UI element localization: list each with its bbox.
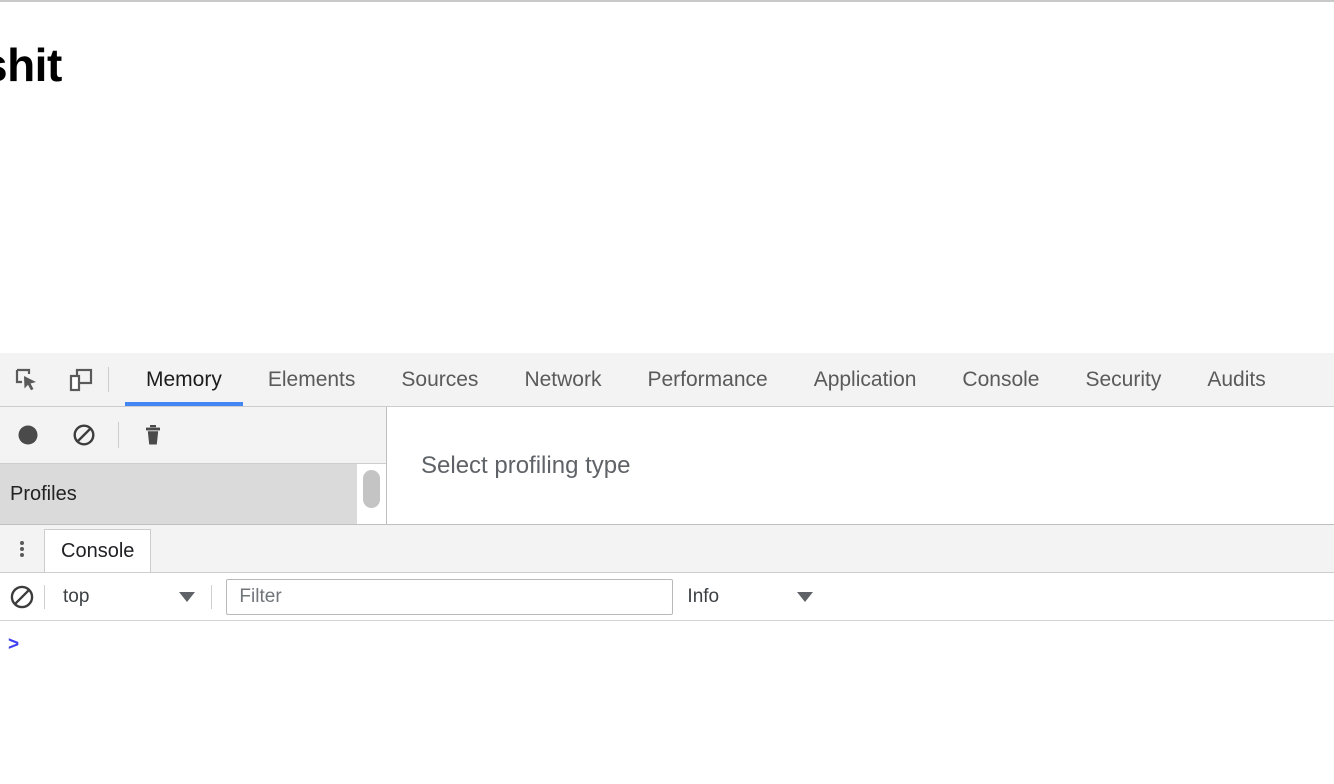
console-level-selector[interactable]: Info — [687, 573, 814, 620]
tab-console-label: Console — [962, 367, 1040, 391]
console-prompt-row[interactable]: > — [0, 621, 1334, 655]
drawer-tab-console-label: Console — [61, 539, 135, 562]
tab-elements[interactable]: Elements — [245, 353, 379, 406]
clear-icon[interactable] — [56, 407, 112, 463]
inspect-element-icon[interactable] — [0, 353, 54, 406]
console-filter-input[interactable] — [226, 578, 674, 615]
clear-console-icon[interactable] — [0, 584, 44, 610]
profiles-section-header[interactable]: Profiles — [0, 464, 358, 524]
tab-performance[interactable]: Performance — [624, 353, 790, 406]
page-viewport: shit — [0, 0, 1334, 353]
more-options-icon[interactable] — [0, 525, 44, 572]
menu-dot — [20, 546, 24, 551]
tab-sources[interactable]: Sources — [378, 353, 501, 406]
record-icon[interactable] — [0, 407, 56, 463]
console-context-selector[interactable]: top — [45, 573, 211, 620]
tab-sources-label: Sources — [401, 367, 479, 391]
tab-application[interactable]: Application — [791, 353, 940, 406]
tab-network[interactable]: Network — [501, 353, 624, 406]
menu-dot — [20, 540, 24, 545]
tab-performance-label: Performance — [647, 367, 768, 391]
panel-toolbar-divider — [118, 422, 119, 448]
memory-panel-sidebar: Profiles — [0, 407, 387, 524]
tab-application-label: Application — [813, 367, 917, 391]
menu-dot — [20, 552, 24, 557]
tab-network-label: Network — [524, 367, 602, 391]
devtools-main-tabbar: Memory Elements Sources Network Performa… — [0, 353, 1334, 407]
profiles-scrollbar[interactable] — [357, 464, 386, 524]
console-toolbar-divider — [211, 584, 213, 609]
toolbar-divider — [108, 367, 109, 392]
trash-icon[interactable] — [125, 407, 181, 463]
tab-console[interactable]: Console — [939, 353, 1062, 406]
devtools-window: Memory Elements Sources Network Performa… — [0, 353, 1334, 784]
drawer-tab-console[interactable]: Console — [44, 529, 152, 572]
drawer-tabbar: Console — [0, 525, 1334, 573]
console-output-area: > — [0, 621, 1334, 784]
chevron-down-icon — [179, 591, 196, 602]
tab-audits-label: Audits — [1207, 367, 1266, 391]
console-prompt-chevron-icon: > — [8, 634, 20, 655]
console-level-value: Info — [687, 585, 720, 607]
memory-panel-content: Select profiling type — [387, 407, 1334, 524]
chevron-down-icon — [797, 591, 814, 602]
device-toolbar-icon[interactable] — [54, 353, 108, 406]
console-prompt-input[interactable] — [27, 635, 1334, 655]
console-filter-toolbar: top Info — [0, 573, 1334, 621]
tab-security-label: Security — [1085, 367, 1162, 391]
tab-memory[interactable]: Memory — [123, 353, 245, 406]
devtools-tab-list: Memory Elements Sources Network Performa… — [123, 353, 1334, 406]
profiles-label: Profiles — [10, 482, 77, 505]
tab-security[interactable]: Security — [1062, 353, 1184, 406]
memory-panel: Profiles Select profiling type — [0, 407, 1334, 525]
profiles-tree: Profiles — [0, 464, 386, 524]
select-profiling-type-message: Select profiling type — [421, 451, 631, 479]
page-heading: shit — [0, 39, 62, 91]
console-context-value: top — [63, 585, 90, 607]
profiles-scrollbar-thumb[interactable] — [363, 470, 380, 508]
tab-audits[interactable]: Audits — [1184, 353, 1288, 406]
memory-panel-toolbar — [0, 407, 386, 464]
tab-memory-label: Memory — [146, 367, 222, 391]
tab-elements-label: Elements — [267, 367, 356, 391]
